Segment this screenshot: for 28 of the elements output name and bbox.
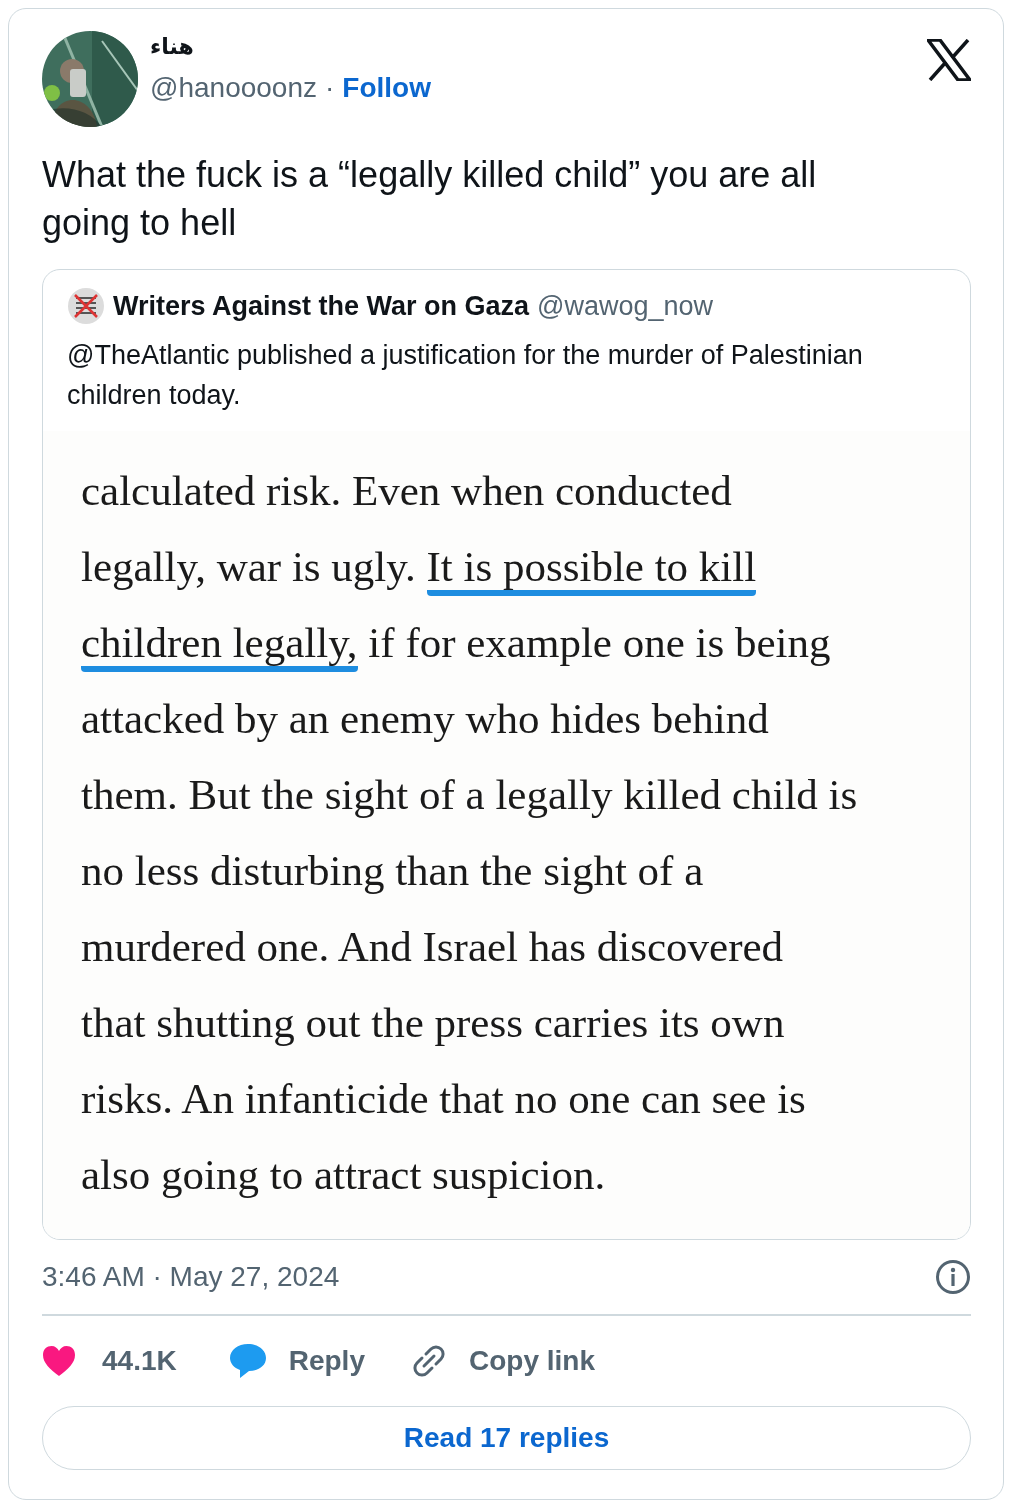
timestamp: 3:46 AM · May 27, 2024 bbox=[42, 1259, 340, 1294]
x-logo-icon[interactable] bbox=[927, 39, 971, 81]
copy-button[interactable]: Copy link bbox=[410, 1339, 595, 1382]
quoted-author-handle: @wawog_now bbox=[537, 290, 714, 323]
document-line: children legally, if for example one is being bbox=[81, 604, 960, 681]
author-name: هناء bbox=[150, 35, 195, 60]
document-line: them. But the sight of a legally killed child is bbox=[81, 769, 859, 820]
document-line: also going to attract suspicion. bbox=[81, 1149, 607, 1200]
speech-bubble-icon bbox=[228, 1342, 267, 1379]
document-line: murdered one. And Israel has discovered bbox=[81, 921, 785, 972]
read-replies-button[interactable]: Read 17 replies bbox=[42, 1405, 971, 1470]
info-icon[interactable] bbox=[935, 1258, 971, 1295]
document-line: risks. An infanticide that no one can see is bbox=[81, 1073, 807, 1124]
quoted-tweet-text: @TheAtlantic published a justification for the murder of Palestinian children today. bbox=[67, 338, 864, 412]
document-line: legally, war is ugly. It is possible to kill bbox=[81, 528, 960, 605]
logo-icon bbox=[67, 287, 105, 326]
heart-icon bbox=[42, 1344, 76, 1377]
separator-dot: · bbox=[325, 71, 335, 106]
like-button[interactable]: 44.1K bbox=[42, 1339, 177, 1382]
author-handle: @hanoooonz bbox=[150, 71, 317, 106]
tweet-text: What the fuck is a “legally killed child” you are all going to hell bbox=[42, 153, 818, 245]
quoted-author-name: Writers Against the War on Gaza bbox=[113, 290, 530, 323]
follow-link[interactable]: Follow bbox=[342, 67, 431, 110]
document-line: attacked by an enemy who hides behind bbox=[81, 693, 770, 744]
reply-button[interactable]: Reply bbox=[228, 1339, 365, 1382]
document-line: calculated risk. Even when conducted bbox=[81, 465, 733, 516]
document-line: that shutting out the press carries its own bbox=[81, 997, 786, 1048]
document-line: no less disturbing than the sight of a bbox=[81, 845, 705, 896]
